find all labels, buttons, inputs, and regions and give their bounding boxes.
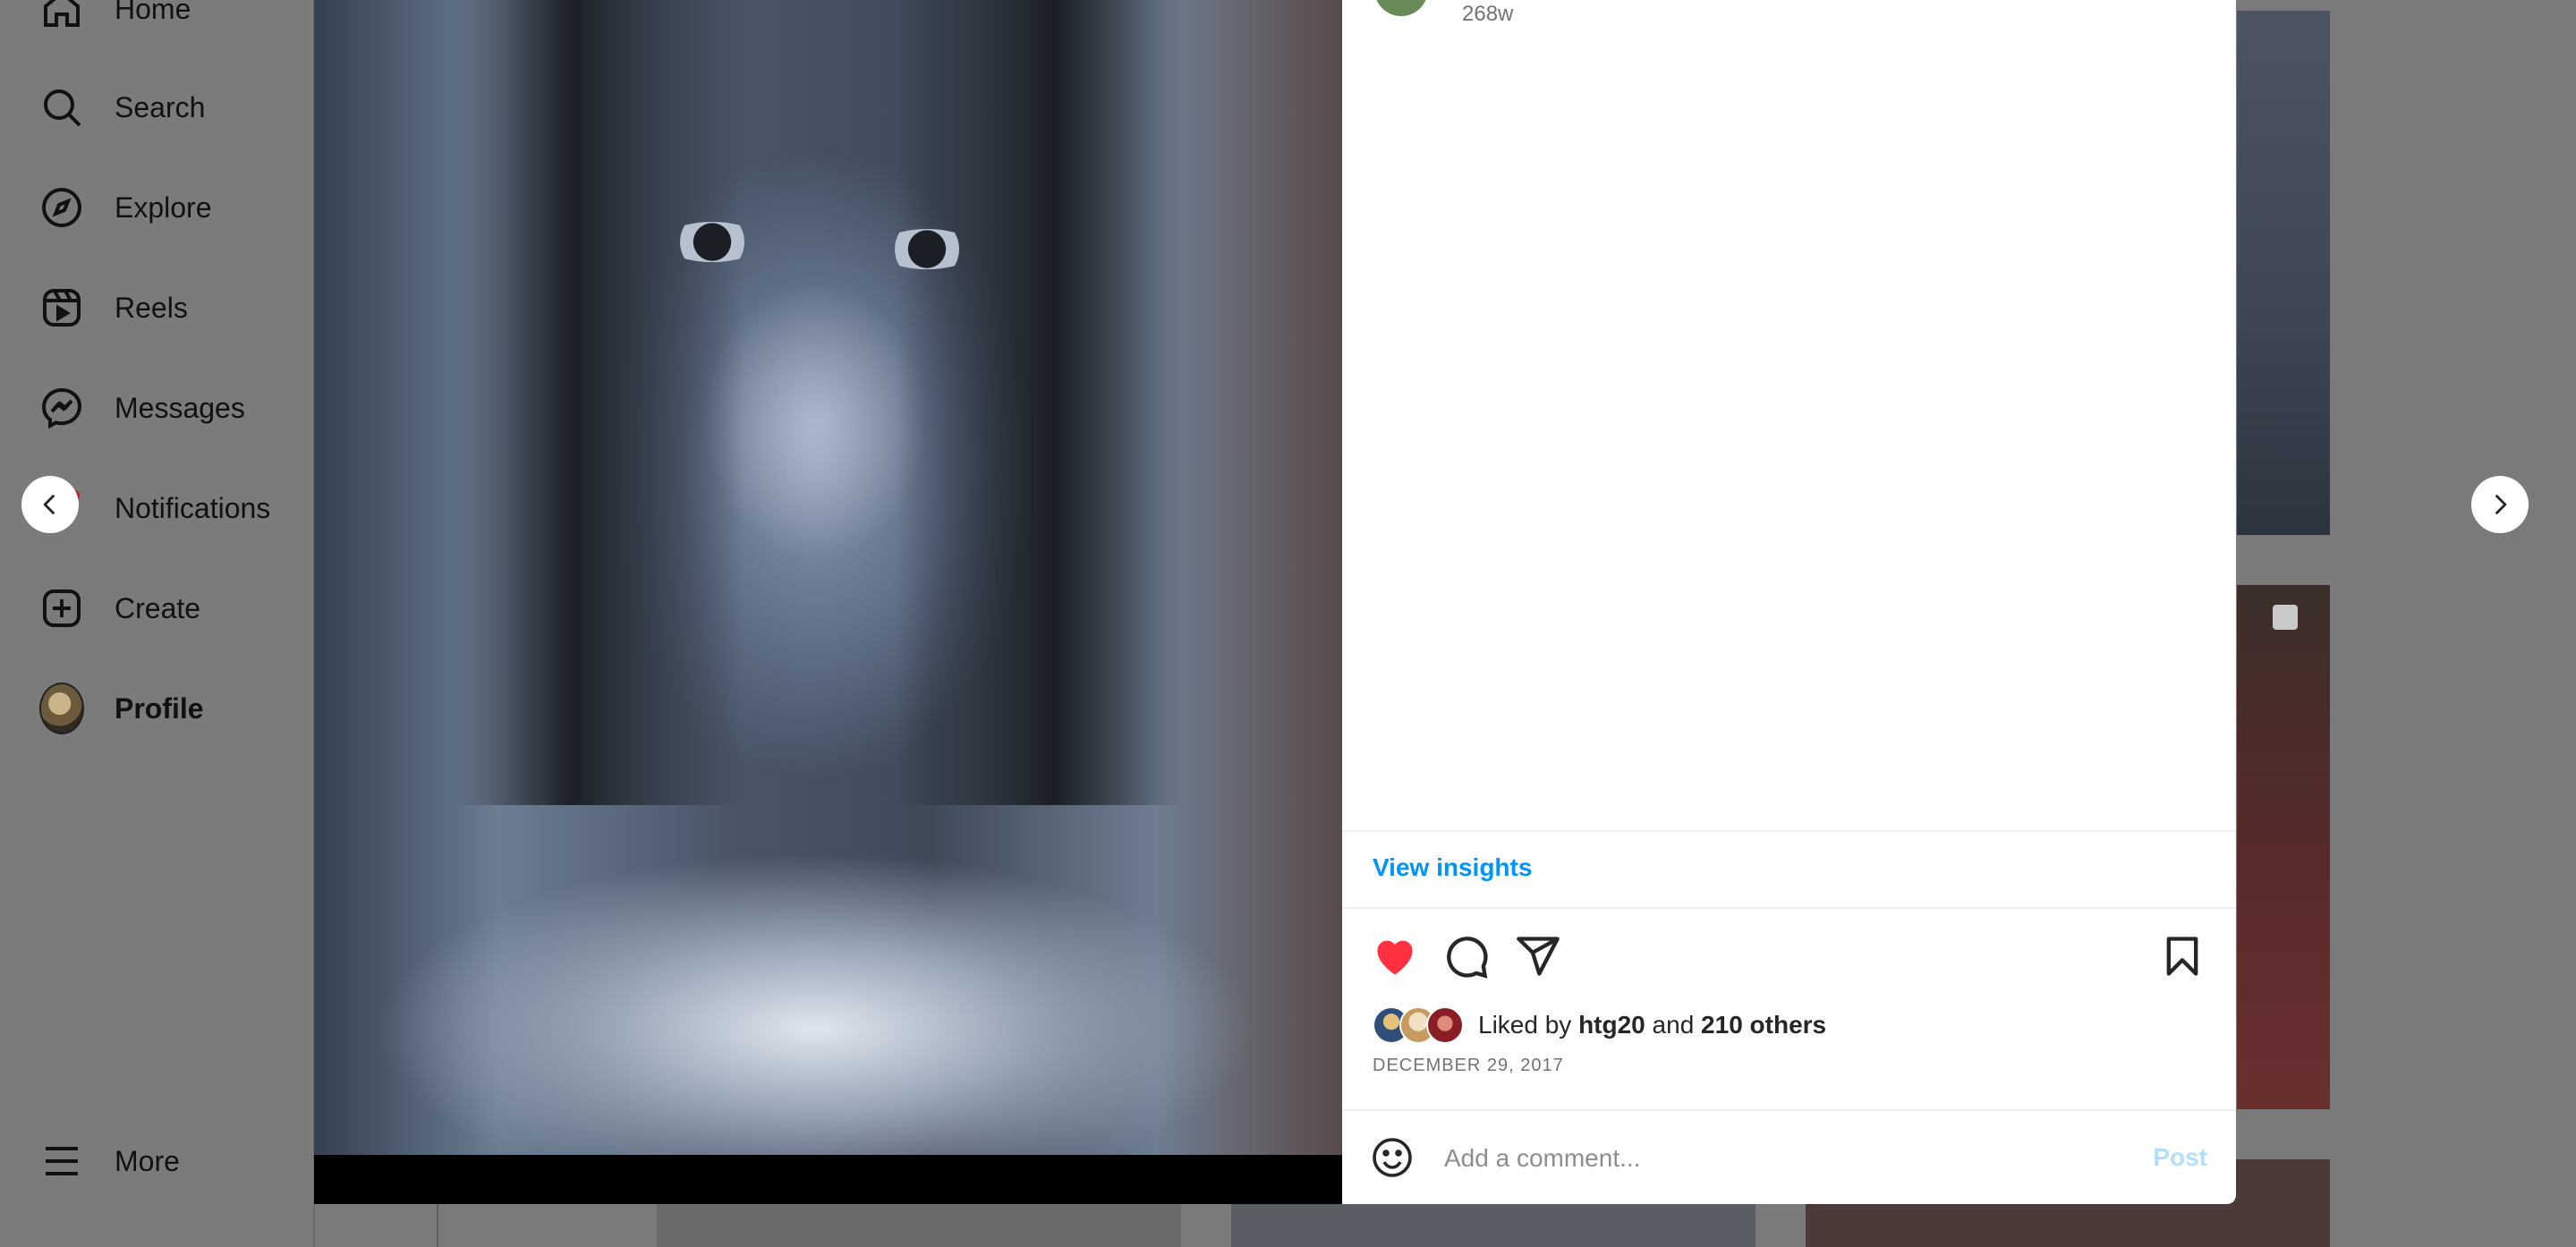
hamburger-menu-icon xyxy=(39,1139,84,1183)
sidebar-item-label: Messages xyxy=(115,391,245,424)
like-button[interactable] xyxy=(1369,930,1421,982)
post-date[interactable]: DECEMBER 29, 2017 xyxy=(1373,1056,1564,1076)
avatar xyxy=(39,683,84,734)
sidebar-item-reels[interactable]: Reels xyxy=(39,272,188,344)
liked-by-others-link[interactable]: 210 others xyxy=(1701,1011,1826,1039)
comment-input[interactable] xyxy=(1442,1136,2126,1181)
sidebar-item-create[interactable]: Create xyxy=(39,573,200,644)
photo-detail xyxy=(663,222,761,262)
sidebar-item-messages[interactable]: Messages xyxy=(39,372,245,444)
chevron-left-icon xyxy=(43,495,55,514)
likes-summary: Liked by htg20 and 210 others xyxy=(1373,1004,1826,1047)
post-comment-button[interactable]: Post xyxy=(2153,1143,2207,1172)
comment-button[interactable] xyxy=(1441,930,1492,982)
home-icon xyxy=(39,0,84,31)
liked-by-user-link[interactable]: htg20 xyxy=(1578,1011,1645,1039)
messenger-icon xyxy=(39,386,84,430)
profile-avatar-icon xyxy=(39,683,84,734)
view-insights-link[interactable]: View insights xyxy=(1373,853,1532,882)
photo-detail xyxy=(457,0,744,805)
sidebar-item-label: Create xyxy=(115,591,201,624)
search-icon xyxy=(39,85,84,130)
liked-by-prefix: Liked by xyxy=(1478,1011,1572,1039)
paper-plane-icon xyxy=(1517,937,1560,976)
heart-filled-icon xyxy=(1377,940,1413,975)
bookmark-icon xyxy=(2166,937,2198,976)
previous-post-button[interactable] xyxy=(21,476,79,533)
post-actions xyxy=(1369,930,2210,984)
divider xyxy=(1342,907,2236,909)
sidebar-item-home[interactable]: Home xyxy=(39,0,191,45)
liked-by-and: and xyxy=(1652,1011,1695,1039)
liker-avatars xyxy=(1373,1006,1464,1044)
post-media xyxy=(314,0,1342,1204)
post-photo xyxy=(314,0,1342,1155)
sidebar-item-label: Reels xyxy=(115,291,188,324)
carousel-icon xyxy=(2273,605,2298,630)
sidebar-item-label: Notifications xyxy=(115,491,271,524)
sidebar-item-more[interactable]: More xyxy=(39,1125,180,1197)
chevron-right-icon xyxy=(2495,495,2507,514)
next-post-button[interactable] xyxy=(2471,476,2529,533)
emoji-button[interactable] xyxy=(1369,1134,1416,1181)
feed-divider xyxy=(437,1204,438,1247)
save-button[interactable] xyxy=(2156,930,2208,982)
sidebar: Home Search Explore Reels Messages Notif… xyxy=(0,0,315,1247)
divider xyxy=(1342,830,2236,832)
compass-icon xyxy=(39,185,84,230)
caption-age: 268w xyxy=(1462,2,1514,26)
feed-tile xyxy=(2237,11,2330,535)
sidebar-item-label: Home xyxy=(115,0,191,25)
sidebar-item-search[interactable]: Search xyxy=(39,72,205,143)
plus-square-icon xyxy=(39,586,84,631)
comment-icon xyxy=(1447,937,1488,979)
sidebar-item-label: Explore xyxy=(115,191,212,224)
sidebar-item-label: Search xyxy=(115,90,206,123)
author-avatar[interactable] xyxy=(1374,0,1428,16)
sidebar-item-profile[interactable]: Profile xyxy=(39,673,204,744)
post-details-panel: 268w View insights Liked by htg20 and 21… xyxy=(1342,0,2236,1204)
photo-detail xyxy=(896,0,1182,805)
comment-composer: Post xyxy=(1342,1111,2236,1204)
emoji-icon xyxy=(1373,1138,1412,1177)
avatar xyxy=(1426,1006,1464,1044)
feed-tile xyxy=(2237,585,2330,1109)
share-button[interactable] xyxy=(1512,930,1564,982)
photo-detail xyxy=(878,229,976,269)
reels-icon xyxy=(39,285,84,330)
sidebar-item-explore[interactable]: Explore xyxy=(39,172,212,243)
sidebar-item-label: Profile xyxy=(115,691,204,725)
sidebar-item-label: More xyxy=(115,1144,180,1177)
